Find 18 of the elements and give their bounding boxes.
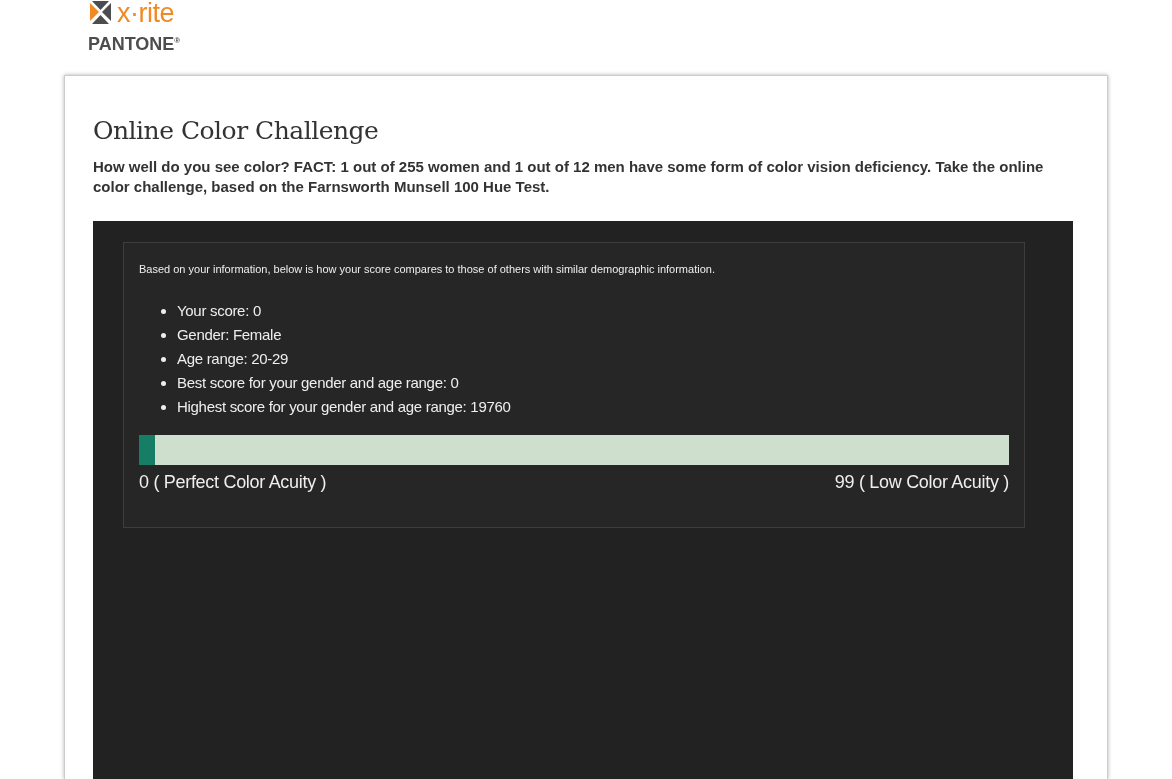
bullet-icon (161, 380, 166, 386)
bullet-icon (161, 356, 166, 362)
result-item: Gender: Female (177, 326, 282, 344)
results-note: Based on your information, below is how your score compares to those of others with similar demographic information. (139, 263, 716, 275)
result-item: Best score for your gender and age range: 0 (177, 374, 459, 392)
brand-subtitle: PANTONE$^{®}$ (88, 34, 181, 55)
intro-text: How well do you see color? FACT: 1 out of 255 women and 1 out of 12 men have some form of color vision deficiency. Take the online color challenge, based on the Farnsworth Munsell 100 Hue Test. (93, 157, 1045, 197)
min-label: 0 ( Perfect Color Acuity ) (139, 472, 327, 493)
logo-icon (88, 0, 113, 26)
page-title: Online Color Challenge (93, 116, 380, 145)
bullet-icon (161, 332, 166, 338)
max-label: 99 ( Low Color Acuity ) (834, 472, 1009, 493)
result-item: Highest score for your gender and age range: 19760 (177, 398, 511, 416)
result-item: Age range: 20-29 (177, 350, 289, 368)
bullet-icon (161, 404, 166, 410)
result-item: Your score: 0 (177, 302, 261, 320)
bullet-icon (161, 308, 166, 314)
brand-name: x·rite (117, 1, 174, 25)
